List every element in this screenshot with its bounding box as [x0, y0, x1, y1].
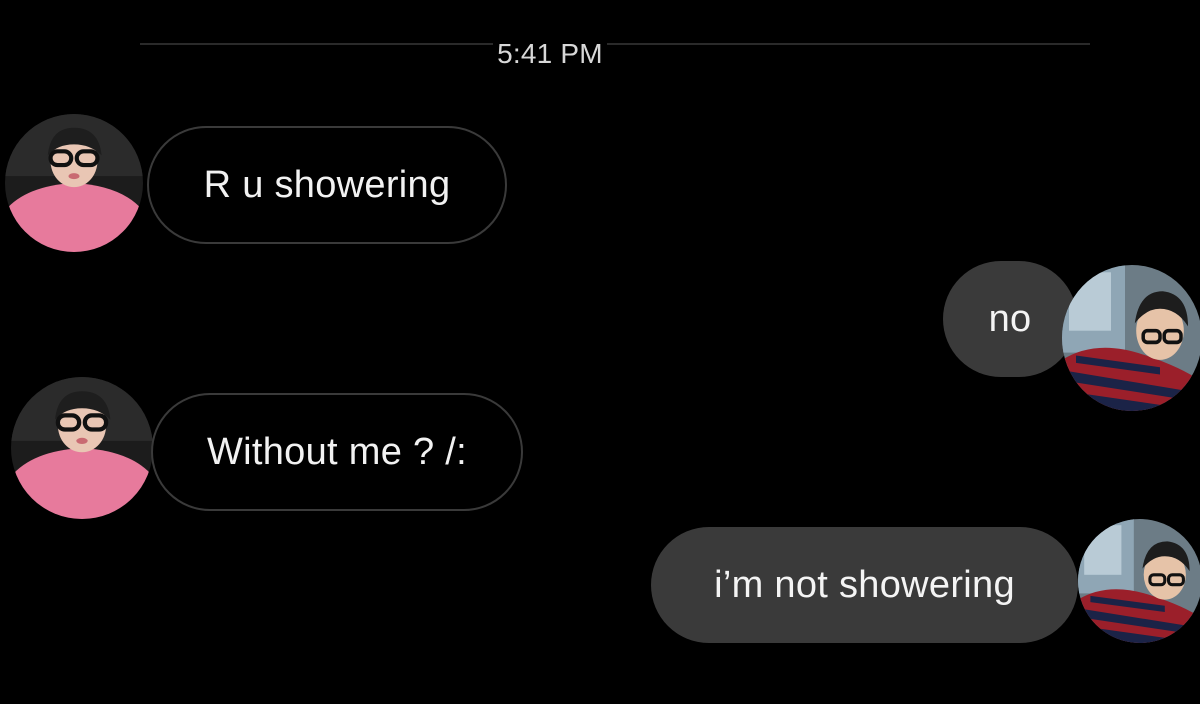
message-text: Without me ? /:: [206, 430, 468, 473]
message-bubble-incoming[interactable]: R u showering: [147, 126, 507, 244]
striped-shirt-avatar[interactable]: [1062, 265, 1200, 411]
pink-sweater-avatar-image: [5, 114, 143, 252]
striped-shirt-avatar-image: [1062, 265, 1200, 411]
message-bubble-outgoing[interactable]: i’m not showering: [651, 527, 1078, 643]
message-bubble-outgoing[interactable]: no: [943, 261, 1077, 377]
pink-sweater-avatar-image: [11, 377, 153, 519]
message-bubble-incoming[interactable]: Without me ? /:: [151, 393, 523, 511]
message-text: no: [988, 297, 1032, 340]
pink-sweater-avatar[interactable]: [5, 114, 143, 252]
message-text: R u showering: [203, 163, 451, 206]
pink-sweater-avatar[interactable]: [11, 377, 153, 519]
striped-shirt-avatar-image: [1078, 519, 1200, 643]
message-text: i’m not showering: [714, 563, 1015, 606]
striped-shirt-avatar[interactable]: [1078, 519, 1200, 643]
message-timestamp: 5:41 PM: [0, 38, 1100, 70]
